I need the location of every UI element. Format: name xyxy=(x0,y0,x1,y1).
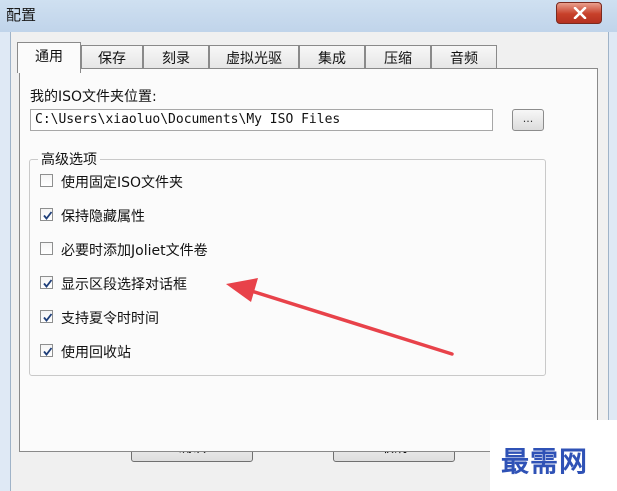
config-dialog: 配置 通用 保存 刻录 虚拟光驱 集成 压缩 音频 我的ISO文件夹位置: C:… xyxy=(0,0,617,491)
arrow-head xyxy=(226,278,258,302)
watermark-text: 最需网 xyxy=(501,445,589,478)
annotation-arrow xyxy=(226,278,454,356)
arrow-shaft xyxy=(243,287,454,356)
